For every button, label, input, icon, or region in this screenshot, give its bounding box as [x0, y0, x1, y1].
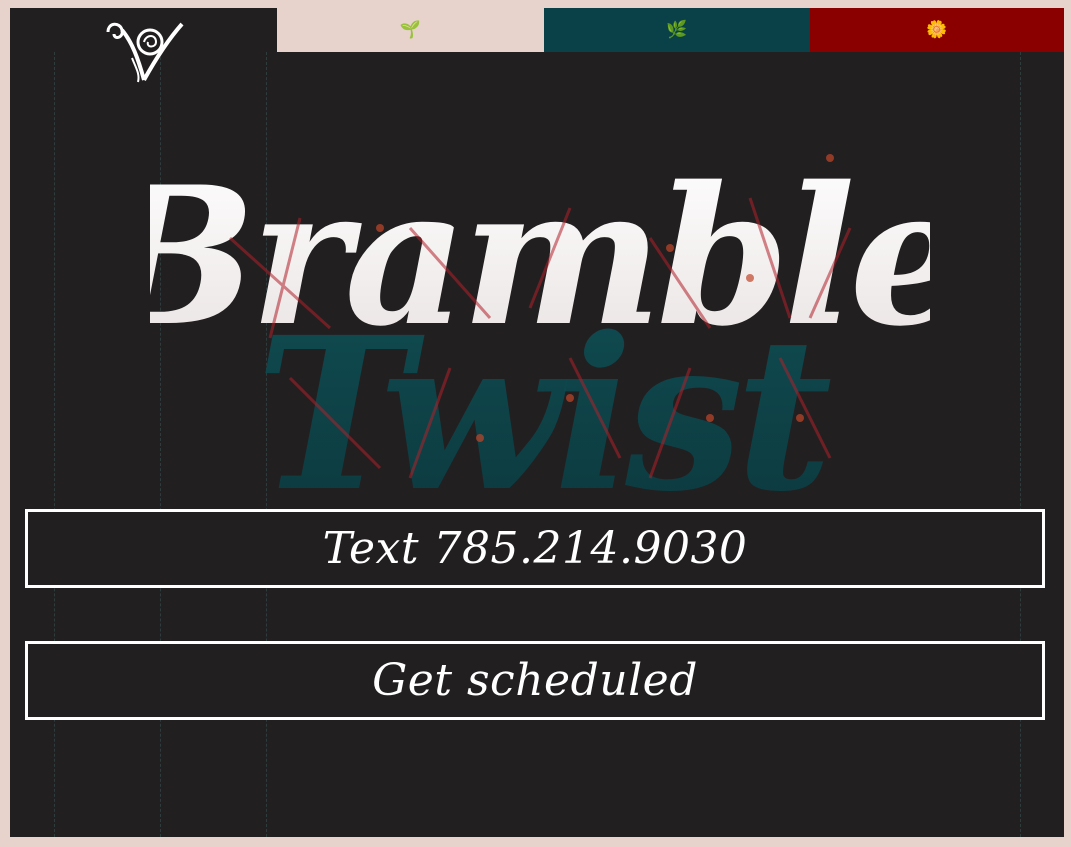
text-phone-button[interactable]: Text 785.214.9030 [25, 509, 1045, 588]
top-nav: 🌱 🌿 🌼 [10, 8, 1064, 83]
get-scheduled-button[interactable]: Get scheduled [25, 641, 1045, 720]
title-line-twist: Twist [256, 291, 831, 518]
get-scheduled-label: Get scheduled [372, 655, 698, 706]
tab-seedling[interactable]: 🌱 [277, 8, 544, 52]
page-frame: 🌱 🌿 🌼 Bramble Twist [10, 8, 1064, 837]
tab-home[interactable] [10, 8, 277, 83]
tab-leaf[interactable]: 🌿 [544, 8, 810, 52]
hero-title: Bramble Twist [91, 118, 971, 538]
brand-logo-icon[interactable] [102, 18, 186, 86]
flower-icon: 🌼 [926, 20, 948, 40]
tab-flower[interactable]: 🌼 [810, 8, 1064, 52]
text-phone-label: Text 785.214.9030 [322, 523, 748, 574]
seedling-icon: 🌱 [399, 20, 422, 40]
leaf-icon: 🌿 [666, 20, 688, 40]
